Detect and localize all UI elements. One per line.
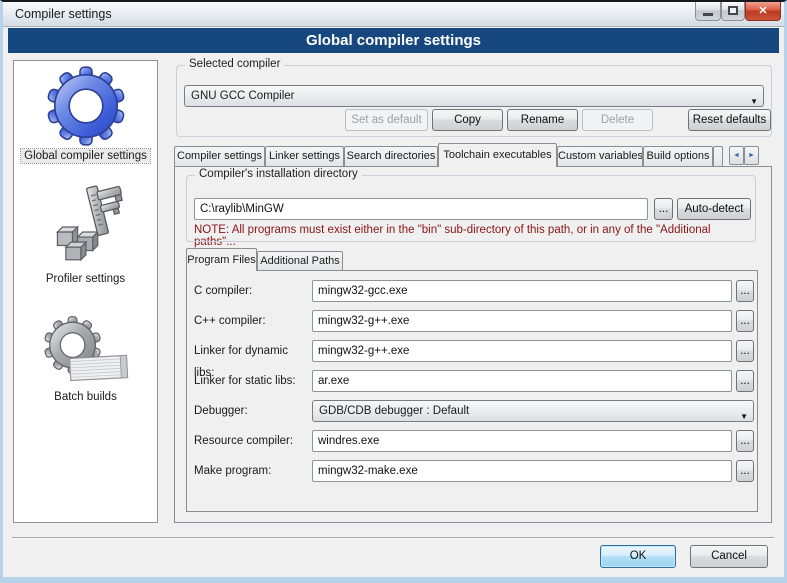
browse-button[interactable]: ... — [736, 280, 754, 302]
tab-toolchain-executables[interactable]: Toolchain executables — [438, 143, 557, 167]
resource-compiler-input[interactable] — [312, 430, 732, 452]
tab-compiler-settings[interactable]: Compiler settings — [174, 146, 265, 167]
reset-defaults-button[interactable]: Reset defaults — [688, 109, 771, 131]
delete-button[interactable]: Delete — [582, 109, 653, 131]
browse-button[interactable]: ... — [736, 460, 754, 482]
tab-build-options[interactable]: Build options — [643, 146, 713, 167]
compiler-select-value: GNU GCC Compiler — [191, 90, 295, 102]
cpp-compiler-input[interactable] — [312, 310, 732, 332]
browse-button[interactable]: ... — [736, 430, 754, 452]
maximize-button[interactable] — [721, 2, 745, 21]
field-label: Resource compiler: — [194, 430, 309, 452]
chevron-down-icon: ▼ — [750, 92, 758, 107]
chevron-down-icon: ▼ — [740, 407, 748, 422]
installation-directory-input[interactable] — [194, 198, 648, 220]
tab-linker-settings[interactable]: Linker settings — [265, 146, 344, 167]
browse-button[interactable]: ... — [736, 370, 754, 392]
tab-scroll-left-button[interactable]: ◄ — [729, 146, 744, 165]
gear-blue-icon — [46, 66, 126, 146]
ok-button[interactable]: OK — [600, 545, 676, 568]
browse-install-dir-button[interactable]: ... — [654, 198, 673, 220]
close-button[interactable]: ✕ — [745, 2, 781, 21]
debugger-select-value: GDB/CDB debugger : Default — [319, 405, 469, 417]
tab-custom-variables[interactable]: Custom variables — [557, 146, 643, 167]
c-compiler-input[interactable] — [312, 280, 732, 302]
sidebar-item-label: Batch builds — [14, 391, 157, 403]
compiler-select[interactable]: GNU GCC Compiler ▼ — [184, 85, 764, 107]
sidebar-item-label: Profiler settings — [14, 273, 157, 285]
field-label: Linker for dynamic libs: — [194, 340, 309, 362]
minimize-button[interactable] — [695, 2, 721, 21]
window-title: Compiler settings — [15, 7, 112, 21]
field-label: C++ compiler: — [194, 310, 309, 332]
static-linker-input[interactable] — [312, 370, 732, 392]
cancel-button[interactable]: Cancel — [690, 545, 768, 568]
sidebar-item-label: Global compiler settings — [14, 150, 157, 162]
rename-button[interactable]: Rename — [507, 109, 578, 131]
compiler-settings-window: Compiler settings ✕ Global compiler sett… — [0, 0, 787, 583]
settings-category-list: Global compiler settings — [13, 60, 158, 523]
minimize-icon — [703, 13, 713, 16]
autodetect-button[interactable]: Auto-detect — [677, 198, 751, 220]
titlebar[interactable]: Compiler settings — [3, 2, 784, 27]
browse-button[interactable]: ... — [736, 310, 754, 332]
installation-directory-legend: Compiler's installation directory — [195, 168, 362, 180]
set-as-default-button[interactable]: Set as default — [345, 109, 428, 131]
subtab-program-files[interactable]: Program Files — [186, 248, 257, 271]
right-arrow-icon: ► — [748, 152, 755, 159]
maximize-icon — [728, 6, 738, 15]
close-icon: ✕ — [758, 5, 767, 17]
field-label: C compiler: — [194, 280, 309, 302]
batch-builds-icon — [37, 311, 135, 387]
left-arrow-icon: ◄ — [733, 152, 740, 159]
selected-compiler-legend: Selected compiler — [185, 58, 284, 70]
copy-button[interactable]: Copy — [432, 109, 503, 131]
page-title: Global compiler settings — [8, 28, 779, 53]
browse-button[interactable]: ... — [736, 340, 754, 362]
footer-divider — [12, 537, 774, 539]
subtab-additional-paths[interactable]: Additional Paths — [257, 251, 343, 271]
field-label: Make program: — [194, 460, 309, 482]
tab-scroll-right-button[interactable]: ► — [744, 146, 759, 165]
dynamic-linker-input[interactable] — [312, 340, 732, 362]
tab-search-directories[interactable]: Search directories — [344, 146, 438, 167]
debugger-select[interactable]: GDB/CDB debugger : Default ▼ — [312, 400, 754, 422]
caliper-icon — [44, 185, 128, 269]
tab-overflow-sliver[interactable] — [713, 146, 723, 167]
make-program-input[interactable] — [312, 460, 732, 482]
field-label: Linker for static libs: — [194, 370, 309, 392]
field-label: Debugger: — [194, 400, 309, 422]
